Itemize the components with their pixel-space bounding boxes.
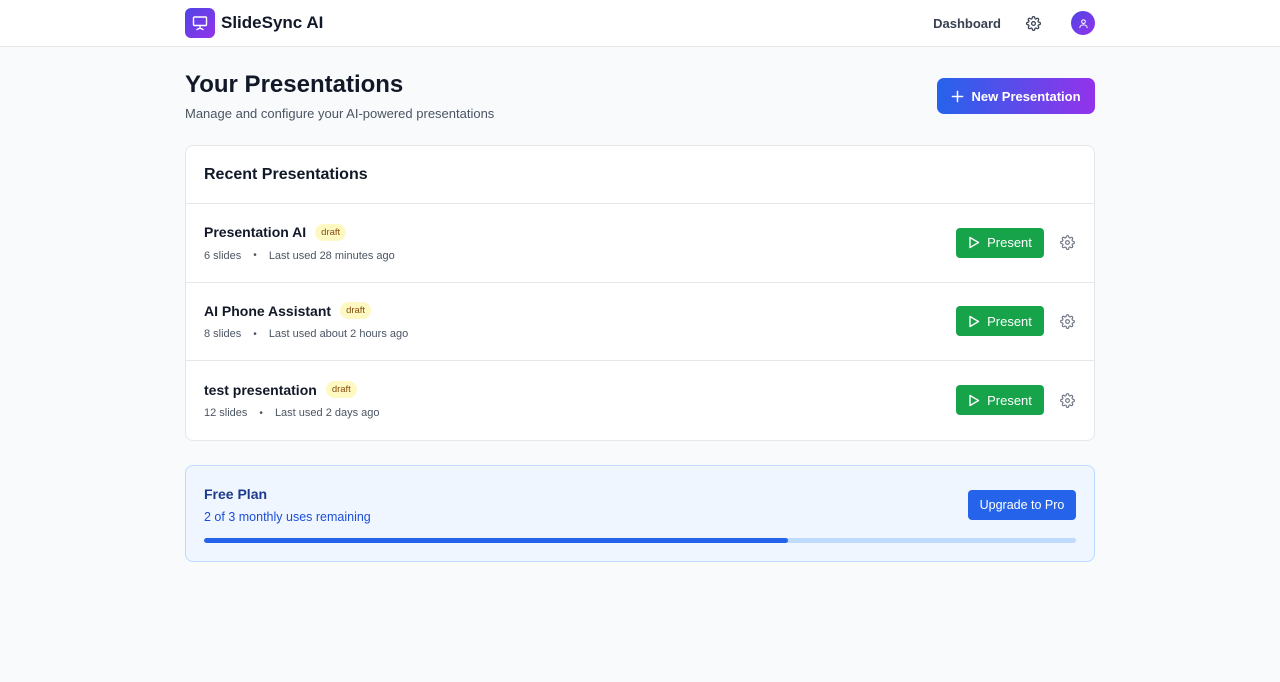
- nav-links: Dashboard: [933, 11, 1095, 35]
- main-content: Your Presentations Manage and configure …: [185, 47, 1095, 562]
- play-icon: [969, 237, 980, 249]
- brand[interactable]: SlideSync AI: [185, 8, 323, 38]
- presentation-settings-gear-icon[interactable]: [1058, 234, 1076, 252]
- card-header: Recent Presentations: [186, 146, 1094, 204]
- present-button[interactable]: Present: [956, 306, 1044, 337]
- upgrade-to-pro-button[interactable]: Upgrade to Pro: [968, 489, 1076, 520]
- meta-separator-dot: •: [253, 328, 257, 340]
- status-badge: draft: [325, 381, 357, 399]
- app-name: SlideSync AI: [221, 13, 324, 32]
- play-icon: [969, 394, 980, 406]
- free-plan-panel: Free Plan 2 of 3 monthly uses remaining …: [185, 464, 1095, 562]
- presentation-row: test presentation draft 12 slides • Last…: [186, 361, 1094, 440]
- user-avatar[interactable]: [1071, 11, 1095, 35]
- presentation-row: Presentation AI draft 6 slides • Last us…: [186, 204, 1094, 283]
- plus-icon: [952, 90, 964, 102]
- gear-icon[interactable]: [1023, 13, 1043, 33]
- plan-title: Free Plan: [204, 485, 268, 502]
- slide-count: 6 slides: [204, 249, 242, 262]
- presentation-name[interactable]: AI Phone Assistant: [204, 303, 331, 319]
- top-navbar: SlideSync AI Dashboard: [0, 0, 1280, 47]
- present-button[interactable]: Present: [956, 385, 1044, 416]
- recent-presentations-card: Recent Presentations Presentation AI dra…: [185, 145, 1095, 441]
- slide-count: 8 slides: [204, 328, 242, 341]
- presentation-settings-gear-icon[interactable]: [1058, 312, 1076, 330]
- meta-separator-dot: •: [253, 250, 257, 262]
- plan-usage-text: 2 of 3 monthly uses remaining: [204, 509, 371, 524]
- page-title: Your Presentations: [185, 71, 404, 98]
- new-presentation-button[interactable]: New Presentation: [937, 78, 1095, 114]
- present-label: Present: [987, 313, 1032, 329]
- present-label: Present: [987, 235, 1032, 251]
- slide-count: 12 slides: [204, 407, 248, 420]
- present-button[interactable]: Present: [956, 227, 1044, 258]
- presentation-settings-gear-icon[interactable]: [1058, 391, 1076, 409]
- meta-separator-dot: •: [259, 407, 263, 419]
- last-used-text: Last used 2 days ago: [274, 407, 380, 420]
- page-subtitle: Manage and configure your AI-powered pre…: [185, 106, 495, 121]
- recent-presentations-title: Recent Presentations: [204, 165, 368, 183]
- presentation-name[interactable]: Presentation AI: [204, 224, 306, 240]
- page-header: Your Presentations Manage and configure …: [185, 47, 1095, 145]
- presentation-screen-icon: [185, 8, 215, 38]
- play-icon: [969, 315, 980, 327]
- user-icon: [1078, 18, 1088, 28]
- present-label: Present: [987, 392, 1032, 408]
- status-badge: draft: [315, 223, 347, 241]
- last-used-text: Last used 28 minutes ago: [268, 249, 395, 262]
- usage-progress-fill: [204, 537, 789, 543]
- status-badge: draft: [340, 302, 372, 320]
- last-used-text: Last used about 2 hours ago: [268, 328, 409, 341]
- usage-progress-bar: [204, 537, 1076, 543]
- presentation-name[interactable]: test presentation: [204, 382, 317, 398]
- presentation-row: AI Phone Assistant draft 8 slides • Last…: [186, 283, 1094, 361]
- new-presentation-label: New Presentation: [971, 88, 1081, 104]
- nav-dashboard-link[interactable]: Dashboard: [933, 16, 1001, 31]
